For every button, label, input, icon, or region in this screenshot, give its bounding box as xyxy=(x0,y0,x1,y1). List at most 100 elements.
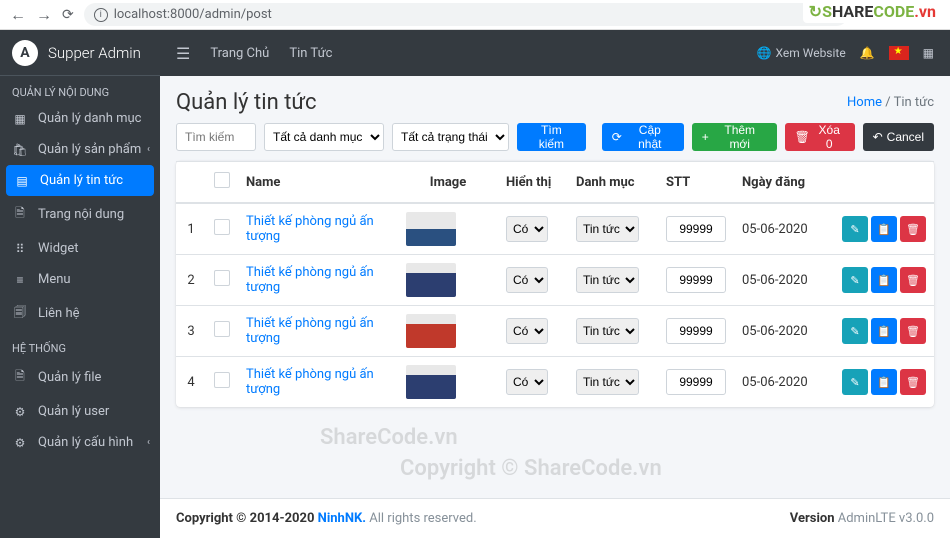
nav-label: Quản lý danh mục xyxy=(38,111,141,126)
category-row-select[interactable]: Tin tức xyxy=(576,369,639,395)
stt-input[interactable] xyxy=(666,216,726,242)
category-row-select[interactable]: Tin tức xyxy=(576,267,639,293)
nav-label: Quản lý user xyxy=(38,404,109,419)
edit-button[interactable]: ✎ xyxy=(842,369,868,395)
view-website-link[interactable]: 🌐 Xem Website xyxy=(757,46,846,60)
column-header: Ngày đăng xyxy=(734,162,834,204)
column-header: Danh mục xyxy=(568,162,658,204)
copy-button[interactable]: 📋 xyxy=(871,267,897,293)
nav-label: Quản lý sản phẩm xyxy=(38,142,141,157)
row-checkbox[interactable] xyxy=(214,219,230,235)
category-row-select[interactable]: Tin tức xyxy=(576,216,639,242)
delete-row-button[interactable]: 🗑 xyxy=(900,369,926,395)
show-select[interactable]: Có xyxy=(506,369,548,395)
row-checkbox[interactable] xyxy=(214,321,230,337)
delete-row-button[interactable]: 🗑 xyxy=(900,267,926,293)
copy-button[interactable]: 📋 xyxy=(871,318,897,344)
apps-icon[interactable]: ▦ xyxy=(923,46,934,60)
nav-label: Widget xyxy=(38,241,78,256)
topbar-link-home[interactable]: Trang Chủ xyxy=(210,46,269,61)
row-name-link[interactable]: Thiết kế phòng ngủ ấn tượng xyxy=(246,214,374,244)
sidebar-item[interactable]: 🗎Quản lý file xyxy=(0,359,160,396)
nav-icon: 🗐 xyxy=(12,303,28,324)
column-header: Image xyxy=(398,162,498,204)
category-row-select[interactable]: Tin tức xyxy=(576,318,639,344)
row-checkbox[interactable] xyxy=(214,270,230,286)
copy-button[interactable]: 📋 xyxy=(871,369,897,395)
stt-input[interactable] xyxy=(666,369,726,395)
nav-label: Liên hệ xyxy=(38,306,80,321)
row-index: 1 xyxy=(176,203,206,255)
sidebar-item[interactable]: ▤Quản lý tin tức xyxy=(6,165,154,196)
row-index: 2 xyxy=(176,255,206,306)
edit-button[interactable]: ✎ xyxy=(842,216,868,242)
sidebar-item[interactable]: ▦Quản lý danh mục xyxy=(0,103,160,134)
sidebar-item[interactable]: ⚙Quản lý cấu hình‹ xyxy=(0,427,160,458)
show-select[interactable]: Có xyxy=(506,267,548,293)
address-bar[interactable]: i localhost:8000/admin/post xyxy=(84,3,848,26)
hamburger-icon[interactable]: ☰ xyxy=(176,44,190,63)
sidebar-item[interactable]: 🗎Trang nội dung xyxy=(0,196,160,233)
show-select[interactable]: Có xyxy=(506,216,548,242)
search-button[interactable]: Tìm kiếm xyxy=(517,123,586,151)
update-button[interactable]: ⟳ Cập nhật xyxy=(602,123,684,151)
filter-bar: Tất cả danh mục Tất cả trạng thái Tìm ki… xyxy=(176,123,934,151)
stt-input[interactable] xyxy=(666,267,726,293)
breadcrumb-current: Tin tức xyxy=(894,95,934,110)
flag-vn[interactable] xyxy=(889,46,909,60)
table-row: 4 Thiết kế phòng ngủ ấn tượng Có Tin tức… xyxy=(176,357,934,408)
nav-icon: ⠿ xyxy=(12,242,28,256)
column-header: Name xyxy=(238,162,398,204)
show-select[interactable]: Có xyxy=(506,318,548,344)
sidebar-item[interactable]: ≡Menu xyxy=(0,264,160,295)
forward-icon[interactable]: → xyxy=(36,5,52,25)
edit-button[interactable]: ✎ xyxy=(842,318,868,344)
add-button[interactable]: + Thêm mới xyxy=(692,123,777,151)
nav-section-content: QUẢN LÝ NỘI DUNG xyxy=(0,76,160,103)
nav-label: Quản lý file xyxy=(38,370,101,385)
sidebar-item[interactable]: 🛍Quản lý sản phẩm‹ xyxy=(0,134,160,165)
delete-row-button[interactable]: 🗑 xyxy=(900,318,926,344)
brand-logo: A xyxy=(12,40,38,66)
sidebar: A Supper Admin QUẢN LÝ NỘI DUNG ▦Quản lý… xyxy=(0,30,160,538)
sidebar-item[interactable]: ⚙Quản lý user xyxy=(0,396,160,427)
row-date: 05-06-2020 xyxy=(734,255,834,306)
row-checkbox[interactable] xyxy=(214,372,230,388)
column-header: STT xyxy=(658,162,734,204)
nav-icon: ≡ xyxy=(12,273,28,287)
edit-button[interactable]: ✎ xyxy=(842,267,868,293)
data-table-card: NameImageHiển thịDanh mụcSTTNgày đăng 1 … xyxy=(176,161,934,407)
stt-input[interactable] xyxy=(666,318,726,344)
row-date: 05-06-2020 xyxy=(734,306,834,357)
bell-icon[interactable]: 🔔 xyxy=(860,46,875,60)
brand[interactable]: A Supper Admin xyxy=(0,30,160,76)
chevron-icon: ‹ xyxy=(147,144,150,155)
breadcrumb-home[interactable]: Home xyxy=(847,95,882,110)
sidebar-item[interactable]: ⠿ Widget xyxy=(0,233,160,264)
row-name-link[interactable]: Thiết kế phòng ngủ ấn tượng xyxy=(246,316,374,346)
topbar-link-news[interactable]: Tin Tức xyxy=(289,46,332,61)
table-row: 2 Thiết kế phòng ngủ ấn tượng Có Tin tức… xyxy=(176,255,934,306)
row-thumbnail xyxy=(406,212,456,246)
url-text: localhost:8000/admin/post xyxy=(114,7,272,22)
delete-button[interactable]: 🗑 Xóa 0 xyxy=(785,123,855,151)
delete-row-button[interactable]: 🗑 xyxy=(900,216,926,242)
nav-section-system: HỆ THỐNG xyxy=(0,332,160,359)
chevron-icon: ‹ xyxy=(147,437,150,448)
reload-icon[interactable]: ⟳ xyxy=(62,7,74,23)
search-input[interactable] xyxy=(176,123,256,151)
select-all-checkbox[interactable] xyxy=(214,172,230,188)
sharecode-badge: ↻SHARECODE.vn xyxy=(803,0,942,23)
back-icon[interactable]: ← xyxy=(10,5,26,25)
row-name-link[interactable]: Thiết kế phòng ngủ ấn tượng xyxy=(246,265,374,295)
row-name-link[interactable]: Thiết kế phòng ngủ ấn tượng xyxy=(246,367,374,397)
category-select[interactable]: Tất cả danh mục xyxy=(264,123,384,151)
cancel-button[interactable]: ↶ Cancel xyxy=(863,123,934,151)
row-thumbnail xyxy=(406,365,456,399)
copy-button[interactable]: 📋 xyxy=(871,216,897,242)
status-select[interactable]: Tất cả trạng thái xyxy=(392,123,509,151)
column-header xyxy=(176,162,206,204)
footer-author-link[interactable]: NinhNK. xyxy=(318,511,366,526)
topbar: ☰ Trang Chủ Tin Tức 🌐 Xem Website 🔔 ▦ xyxy=(160,30,950,76)
sidebar-item[interactable]: 🗐 Liên hệ xyxy=(0,295,160,332)
